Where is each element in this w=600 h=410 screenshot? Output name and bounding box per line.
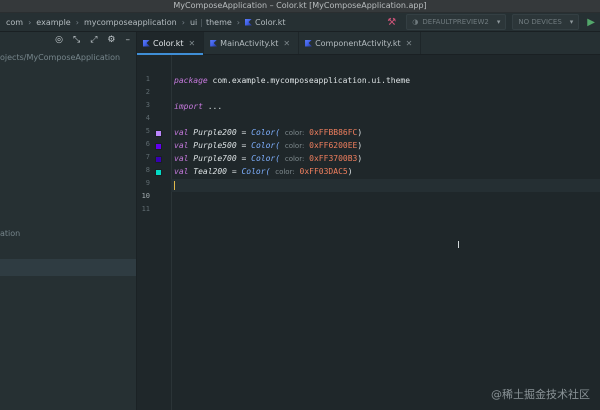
tab-label: MainActivity.kt bbox=[220, 38, 279, 48]
project-path[interactable]: ojects/MyComposeApplication bbox=[0, 53, 120, 62]
chevron-down-icon: ▾ bbox=[496, 18, 501, 26]
tab-label: ComponentActivity.kt bbox=[315, 38, 401, 48]
tab-color-kt[interactable]: Color.kt ✕ bbox=[137, 32, 205, 55]
code-editor[interactable]: 1 2 3 4 5 6 7 8 9 10 11 package com.exam… bbox=[137, 55, 600, 410]
project-tree-item[interactable]: ation bbox=[0, 229, 20, 238]
color-swatch-purple500[interactable] bbox=[155, 143, 162, 150]
line-number: 1 bbox=[145, 75, 150, 83]
target-icon[interactable]: ◎ bbox=[55, 35, 63, 45]
run-icon[interactable]: ▶ bbox=[587, 17, 595, 28]
kotlin-file-icon bbox=[143, 39, 150, 47]
code-line-teal200: val Teal200 = Color( color: 0xFF03DAC5) bbox=[174, 167, 353, 176]
minimize-icon[interactable]: – bbox=[126, 35, 131, 45]
divider: | bbox=[200, 17, 203, 27]
code-line-purple200: val Purple200 = Color( color: 0xFFBB86FC… bbox=[174, 128, 363, 137]
line-number: 4 bbox=[145, 114, 150, 122]
chevron-right-icon: › bbox=[236, 17, 240, 27]
line-number: 2 bbox=[145, 88, 150, 96]
hammer-icon[interactable]: ⚒ bbox=[387, 17, 396, 28]
line-number: 5 bbox=[145, 127, 150, 135]
kotlin-file-icon bbox=[210, 39, 218, 47]
expand-icon[interactable]: ⤢ bbox=[90, 35, 97, 45]
line-number: 8 bbox=[145, 166, 150, 174]
kotlin-file-icon bbox=[245, 18, 252, 26]
color-swatch-purple200[interactable] bbox=[155, 130, 162, 137]
close-icon[interactable]: ✕ bbox=[188, 39, 195, 48]
tab-componentactivity-kt[interactable]: ComponentActivity.kt ✕ bbox=[299, 32, 422, 54]
breadcrumb-ui[interactable]: ui bbox=[190, 18, 197, 27]
close-icon[interactable]: ✕ bbox=[283, 39, 290, 48]
gear-icon[interactable]: ⚙ bbox=[107, 35, 115, 45]
device-label: NO DEVICES bbox=[518, 18, 562, 26]
run-toolbar: ⚒ ◑ DEFAULTPREVIEW2 ▾ NO DEVICES ▾ ▶ bbox=[387, 13, 600, 31]
color-swatch-teal200[interactable] bbox=[155, 169, 162, 176]
chevron-down-icon: ▾ bbox=[569, 18, 574, 26]
project-panel-toolbar: ◎ ⤡ ⤢ ⚙ – bbox=[0, 32, 136, 48]
editor-gutter: 1 2 3 4 5 6 7 8 9 10 11 bbox=[137, 55, 172, 410]
line-number: 6 bbox=[145, 140, 150, 148]
editor-tabs: Color.kt ✕ MainActivity.kt ✕ ComponentAc… bbox=[137, 32, 600, 55]
project-panel: ◎ ⤡ ⤢ ⚙ – ojects/MyComposeApplication at… bbox=[0, 32, 137, 410]
ibeam-cursor-icon: I bbox=[457, 240, 460, 251]
code-line-purple500: val Purple500 = Color( color: 0xFF6200EE… bbox=[174, 141, 363, 150]
line-number: 9 bbox=[145, 179, 150, 187]
close-icon[interactable]: ✕ bbox=[406, 39, 413, 48]
chevron-right-icon: › bbox=[181, 17, 185, 27]
color-swatch-purple700[interactable] bbox=[155, 156, 162, 163]
line-number-current: 10 bbox=[141, 192, 150, 200]
breadcrumb-mycomposeapplication[interactable]: mycomposeapplication bbox=[84, 18, 177, 27]
code-line-import: import ... bbox=[174, 102, 223, 111]
watermark: @稀土掘金技术社区 bbox=[491, 388, 590, 401]
breadcrumb: com › example › mycomposeapplication › u… bbox=[0, 18, 285, 27]
tab-mainactivity-kt[interactable]: MainActivity.kt ✕ bbox=[204, 32, 300, 54]
device-combo[interactable]: NO DEVICES ▾ bbox=[512, 14, 580, 30]
navigation-bar: com › example › mycomposeapplication › u… bbox=[0, 13, 600, 32]
collapse-icon[interactable]: ⤡ bbox=[73, 35, 80, 45]
breadcrumb-color-kt[interactable]: Color.kt bbox=[255, 18, 285, 27]
preview-config-label: DEFAULTPREVIEW2 bbox=[422, 18, 489, 26]
settings-icon: ◑ bbox=[412, 18, 419, 26]
chevron-right-icon: › bbox=[28, 17, 32, 27]
line-number: 7 bbox=[145, 153, 150, 161]
breadcrumb-example[interactable]: example bbox=[36, 18, 70, 27]
tab-label: Color.kt bbox=[153, 38, 184, 48]
line-number: 11 bbox=[141, 205, 150, 213]
text-caret bbox=[174, 181, 175, 190]
kotlin-file-icon bbox=[305, 39, 313, 47]
code-line-package: package com.example.mycomposeapplication… bbox=[174, 76, 411, 85]
selected-tree-row[interactable] bbox=[0, 259, 136, 276]
breadcrumb-theme[interactable]: theme bbox=[206, 18, 232, 27]
line-number: 3 bbox=[145, 101, 150, 109]
current-line-highlight bbox=[171, 179, 600, 192]
window-title: MyComposeApplication – Color.kt [MyCompo… bbox=[0, 0, 600, 13]
preview-config-combo[interactable]: ◑ DEFAULTPREVIEW2 ▾ bbox=[406, 14, 507, 30]
breadcrumb-com[interactable]: com bbox=[6, 18, 23, 27]
code-line-purple700: val Purple700 = Color( color: 0xFF3700B3… bbox=[174, 154, 363, 163]
chevron-right-icon: › bbox=[75, 17, 79, 27]
